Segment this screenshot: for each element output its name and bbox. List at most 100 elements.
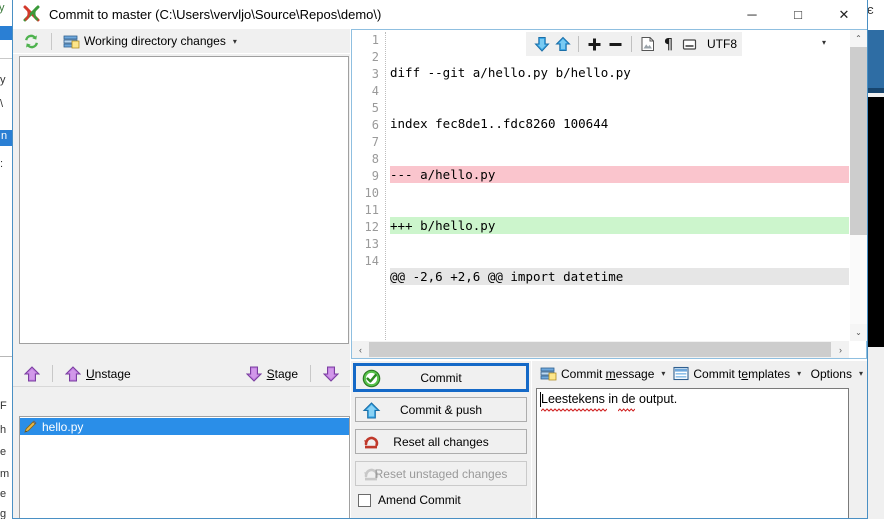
commit-check-icon xyxy=(362,369,381,388)
reset-undo-icon xyxy=(362,465,381,484)
line-number: 8 xyxy=(371,152,379,166)
commit-message-scrollbar[interactable] xyxy=(850,388,867,518)
scroll-thumb[interactable] xyxy=(369,342,831,357)
unstaged-file-list[interactable]: hello.py xyxy=(19,416,350,518)
spellcheck-underline-icon xyxy=(541,408,607,412)
scroll-down-button[interactable]: ⌄ xyxy=(850,324,867,341)
stage-arrow-down-icon xyxy=(245,366,262,382)
reset-unstaged-changes-button: Reset unstaged changes xyxy=(355,461,527,486)
scroll-right-button[interactable]: › xyxy=(832,341,849,358)
scroll-thumb[interactable] xyxy=(850,47,867,235)
encoding-label[interactable]: UTF8 xyxy=(707,37,737,51)
commit-message-toolbar: Commit message ▾ Commit templates ▾ Opti… xyxy=(532,361,867,386)
stage-all-button[interactable] xyxy=(318,363,344,384)
commit-and-push-button[interactable]: Commit & push xyxy=(355,397,527,422)
page-title: Commit to master (C:\Users\vervljo\Sourc… xyxy=(49,6,382,22)
staged-file-list[interactable] xyxy=(19,56,349,344)
stage-label: Stage xyxy=(267,367,298,381)
commit-message-label: Commit message xyxy=(561,367,654,381)
unstage-arrow-up-icon xyxy=(65,365,81,382)
chevron-down-icon: ▾ xyxy=(232,36,237,46)
scroll-left-button[interactable]: ‹ xyxy=(352,341,369,358)
line-number: 4 xyxy=(371,84,379,98)
commit-message-accel: m xyxy=(605,366,616,381)
amend-commit-label: Amend Commit xyxy=(378,493,461,507)
line-number: 9 xyxy=(371,169,379,183)
diff-horizontal-scrollbar[interactable]: ‹ › xyxy=(352,341,849,358)
stage-actions-bar: Unstage Stage xyxy=(13,361,350,387)
working-directory-icon xyxy=(63,34,80,49)
working-directory-dropdown[interactable]: Working directory changes ▾ xyxy=(59,31,241,52)
diff-vertical-scrollbar[interactable]: ⌃ ⌄ xyxy=(849,30,867,341)
reset-undo-icon xyxy=(362,433,381,452)
reset-unstaged-changes-label: Reset unstaged changes xyxy=(374,466,508,481)
line-number: 14 xyxy=(364,254,379,268)
previous-change-button[interactable] xyxy=(531,34,552,55)
minimize-button[interactable]: ─ xyxy=(729,0,775,29)
commit-templates-label: Commit templates xyxy=(693,367,790,381)
maximize-button[interactable]: □ xyxy=(775,0,821,29)
encoding-dropdown-caret-icon[interactable]: ▾ xyxy=(816,34,832,50)
title-bar[interactable]: Commit to master (C:\Users\vervljo\Sourc… xyxy=(13,0,867,29)
minus-icon xyxy=(608,37,623,52)
pilcrow-icon: ¶ xyxy=(663,34,674,53)
commit-button-label: Commit xyxy=(420,370,462,385)
refresh-icon xyxy=(23,33,40,50)
reset-all-changes-button[interactable]: Reset all changes xyxy=(355,429,527,454)
toggle-view-button[interactable] xyxy=(679,34,700,55)
spellcheck-underline-icon xyxy=(618,408,635,412)
show-image-button[interactable] xyxy=(637,34,658,55)
line-number: 1 xyxy=(371,33,379,47)
list-item[interactable]: hello.py xyxy=(20,418,349,435)
arrow-up-blue-icon xyxy=(554,36,571,52)
toolbar-separator xyxy=(578,36,579,52)
git-extensions-icon xyxy=(21,3,43,25)
decrease-context-button[interactable] xyxy=(605,34,626,55)
increase-context-button[interactable] xyxy=(584,34,605,55)
unstage-all-button[interactable] xyxy=(19,363,45,384)
modified-pencil-icon xyxy=(23,420,37,434)
chevron-down-icon: ▾ xyxy=(858,369,863,378)
line-number: 10 xyxy=(364,186,379,200)
commit-templates-label-post: mplates xyxy=(748,366,791,381)
line-number: 3 xyxy=(371,67,379,81)
close-button[interactable]: ✕ xyxy=(821,0,867,29)
commit-dialog-window: Commit to master (C:\Users\vervljo\Sourc… xyxy=(12,0,868,519)
diff-line: +++ b/hello.py xyxy=(390,217,849,234)
amend-commit-checkbox[interactable] xyxy=(358,493,371,507)
line-number: 2 xyxy=(371,50,379,64)
commit-message-label-pre: Commit xyxy=(561,366,606,381)
stage-button[interactable]: Stage xyxy=(241,363,303,384)
amend-commit-checkbox-row[interactable]: Amend Commit xyxy=(358,493,527,507)
line-number: 11 xyxy=(364,203,379,217)
stage-accel: S xyxy=(266,366,275,381)
commit-message-label-post: essage xyxy=(615,366,655,381)
options-label: Options xyxy=(810,366,852,381)
commit-button[interactable]: Commit xyxy=(353,363,529,392)
arrow-down-blue-icon xyxy=(533,36,550,52)
commit-actions-panel: Commit Commit & push Reset all changes R… xyxy=(351,361,531,518)
commit-message-input[interactable]: Leestekens in de output. xyxy=(536,388,849,518)
show-whitespace-button[interactable]: ¶ xyxy=(658,34,679,55)
file-name: hello.py xyxy=(42,419,84,434)
toggle-panel-icon xyxy=(682,37,697,52)
scroll-up-button[interactable]: ⌃ xyxy=(850,30,867,47)
chevron-down-icon: ▾ xyxy=(661,369,666,378)
unstage-accel: U xyxy=(86,366,95,381)
diff-viewer[interactable]: 1 2 3 4 5 6 7 8 9 10 11 12 13 14 diff --… xyxy=(351,29,867,359)
refresh-button[interactable] xyxy=(19,31,44,52)
commit-templates-dropdown[interactable]: Commit templates ▾ xyxy=(669,363,805,384)
working-directory-label: Working directory changes xyxy=(84,34,226,48)
commit-message-dropdown[interactable]: Commit message ▾ xyxy=(536,363,669,384)
line-number: 12 xyxy=(364,220,379,234)
unstage-button[interactable]: Unstage xyxy=(60,363,136,384)
left-toolbar: Working directory changes ▾ xyxy=(13,29,350,54)
commit-message-text: Leestekens in de output. xyxy=(541,392,678,406)
toolbar-separator xyxy=(52,365,53,382)
reset-all-changes-label: Reset all changes xyxy=(393,434,489,449)
next-change-button[interactable] xyxy=(552,34,573,55)
options-dropdown[interactable]: Options ▾ xyxy=(807,363,867,384)
line-number: 5 xyxy=(371,101,379,115)
diff-line: @@ -2,6 +2,6 @@ import datetime xyxy=(390,268,849,285)
diff-text[interactable]: diff --git a/hello.py b/hello.py index f… xyxy=(390,30,849,341)
